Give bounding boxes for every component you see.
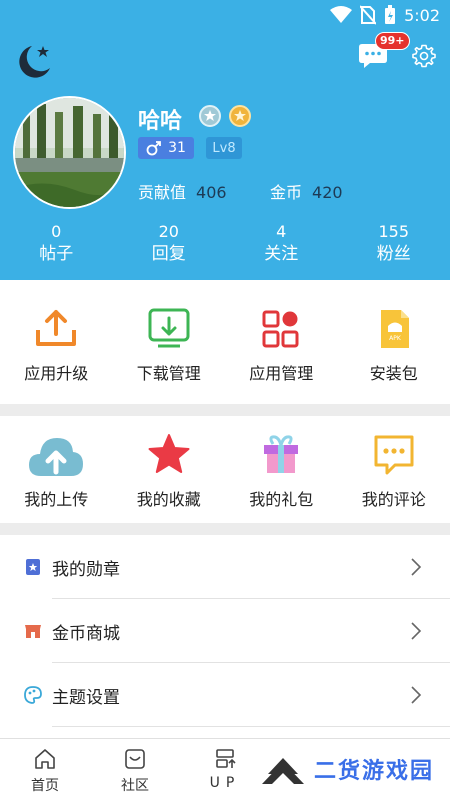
replies-count[interactable]: 20 回复 (113, 222, 226, 266)
home-icon (35, 749, 55, 769)
apps-grid-icon (262, 310, 299, 348)
replies-count-label: 回复 (151, 244, 186, 264)
fans-count-label: 粉丝 (376, 244, 411, 264)
install-package-button[interactable]: APK 安装包 (338, 306, 450, 404)
following-count-label: 关注 (264, 244, 299, 264)
chevron-right-icon (411, 686, 422, 704)
night-mode-icon[interactable] (14, 42, 54, 82)
profile-counts: 0 帖子 20 回复 4 关注 155 粉丝 (0, 222, 450, 266)
comment-icon (374, 435, 414, 475)
my-medals-label: 我的勋章 (52, 559, 120, 580)
contribution-label: 贡献值 (138, 183, 187, 202)
profile-header: 5:02 99+ 哈哈 31 Lv8 贡献值 406 金币 420 0 帖子 2… (0, 0, 450, 280)
silver-medal-icon (199, 105, 221, 127)
my-favorites-button[interactable]: 我的收藏 (113, 432, 226, 523)
status-time: 5:02 (404, 5, 440, 25)
username: 哈哈 (138, 109, 183, 134)
app-upgrade-label: 应用升级 (24, 364, 89, 383)
download-manager-label: 下载管理 (136, 364, 201, 383)
nav-home-label: 首页 (31, 778, 59, 794)
install-package-label: 安装包 (369, 364, 418, 383)
app-tools-section: 应用升级 下载管理 应用管理 APK 安装包 (0, 280, 450, 404)
svg-text:APK: APK (389, 335, 402, 342)
level-tag: Lv8 (206, 137, 242, 159)
following-count-value: 4 (276, 222, 287, 241)
cloud-upload-icon (29, 438, 84, 476)
nav-up-label: UP (209, 775, 241, 791)
coins-stat: 金币 420 (270, 179, 343, 203)
palette-icon (24, 686, 42, 704)
my-gifts-label: 我的礼包 (249, 490, 314, 509)
theme-settings-row[interactable]: 主题设置 (0, 663, 450, 727)
gender-age-tag: 31 (138, 137, 194, 159)
watermark-logo: 二货游戏园 (260, 752, 434, 786)
my-gifts-button[interactable]: 我的礼包 (225, 432, 338, 523)
upload-tray-icon (36, 310, 77, 346)
chevron-logo-icon (262, 758, 304, 784)
download-manager-button[interactable]: 下载管理 (113, 306, 226, 404)
nav-home[interactable]: 首页 (15, 747, 75, 795)
status-bar: 5:02 (0, 0, 450, 32)
chevron-right-icon (411, 558, 422, 576)
battery-icon (385, 5, 396, 24)
medal-icon (26, 559, 40, 575)
posts-count[interactable]: 0 帖子 (0, 222, 113, 266)
gold-medal-icon (229, 105, 251, 127)
my-content-section: 我的上传 我的收藏 我的礼包 我的评论 (0, 416, 450, 523)
app-manager-label: 应用管理 (249, 364, 314, 383)
fans-count[interactable]: 155 粉丝 (338, 222, 450, 266)
shop-icon (25, 625, 41, 638)
avatar[interactable] (13, 96, 126, 209)
contribution-value: 406 (196, 183, 227, 202)
posts-count-label: 帖子 (39, 244, 74, 264)
male-icon (146, 141, 161, 156)
app-upgrade-button[interactable]: 应用升级 (0, 306, 113, 404)
watermark-text: 二货游戏园 (314, 759, 435, 784)
my-favorites-label: 我的收藏 (136, 490, 201, 509)
posts-count-value: 0 (51, 222, 62, 241)
nav-up[interactable]: UP (195, 747, 255, 791)
nav-community[interactable]: 社区 (105, 747, 165, 795)
fans-count-value: 155 (378, 222, 410, 241)
following-count[interactable]: 4 关注 (225, 222, 338, 266)
nav-community-label: 社区 (121, 778, 149, 794)
coin-shop-row[interactable]: 金币商城 (0, 599, 450, 663)
list-divider (52, 726, 450, 727)
my-uploads-label: 我的上传 (24, 490, 89, 509)
apk-file-icon: APK (380, 310, 409, 348)
gift-icon (264, 435, 299, 473)
my-comments-button[interactable]: 我的评论 (338, 432, 450, 523)
theme-settings-label: 主题设置 (52, 687, 120, 708)
contribution-stat: 贡献值 406 (138, 179, 227, 203)
chevron-right-icon (411, 622, 422, 640)
my-comments-label: 我的评论 (361, 490, 426, 509)
star-icon (148, 434, 190, 473)
coins-label: 金币 (270, 183, 303, 202)
download-tray-icon (148, 308, 190, 348)
app-manager-button[interactable]: 应用管理 (225, 306, 338, 404)
age-value: 31 (168, 140, 186, 156)
message-badge: 99+ (375, 32, 410, 50)
up-icon (216, 749, 236, 768)
replies-count-value: 20 (158, 222, 179, 241)
community-icon (125, 749, 145, 769)
no-sim-icon (360, 5, 377, 25)
settings-list: 我的勋章 金币商城 主题设置 (0, 535, 450, 738)
settings-gear-icon[interactable] (412, 44, 436, 68)
my-uploads-button[interactable]: 我的上传 (0, 432, 113, 523)
coins-value: 420 (312, 183, 343, 202)
coin-shop-label: 金币商城 (52, 623, 120, 644)
my-medals-row[interactable]: 我的勋章 (0, 535, 450, 599)
wifi-icon (330, 6, 353, 23)
